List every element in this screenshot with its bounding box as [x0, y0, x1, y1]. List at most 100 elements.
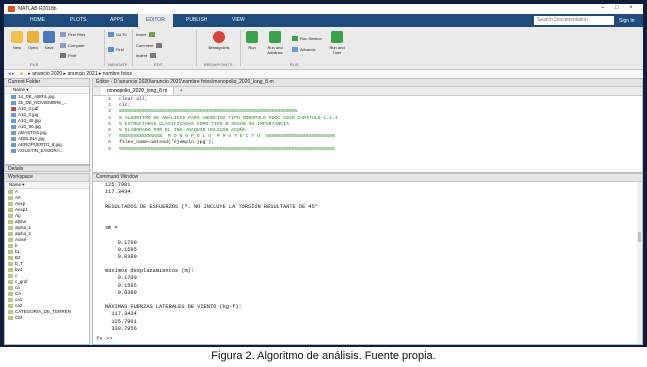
file-icon: [11, 112, 16, 117]
file-icon: [11, 100, 16, 105]
save-icon: [43, 31, 55, 43]
group-label-edit: EDIT: [154, 62, 164, 67]
find-files-button[interactable]: Find Files: [60, 32, 85, 38]
sign-in-link[interactable]: Sign In: [619, 18, 635, 24]
current-folder-title: Current Folder: [5, 79, 89, 87]
variable-name: bv4: [15, 267, 23, 272]
matlab-logo-icon: [8, 6, 15, 12]
code-text: %%%%%%%%%%%%%%%%%%%%%%%%%%%%%%%%%%%%%%%%…: [119, 109, 298, 115]
variable-icon: [8, 303, 13, 308]
new-button[interactable]: New: [10, 31, 24, 50]
maximize-icon[interactable]: □: [615, 5, 619, 11]
variable-icon: [8, 279, 13, 284]
variable-icon: [8, 267, 13, 272]
breakpoints-button[interactable]: Breakpoints: [204, 31, 234, 50]
run-and-advance-button[interactable]: Run and Advance: [262, 31, 288, 55]
scrollbar[interactable]: [637, 182, 642, 344]
variable-name: alpha_2: [15, 231, 32, 236]
compare-icon: [60, 43, 66, 49]
new-icon: [11, 31, 23, 43]
file-icon: [11, 130, 16, 135]
file-name: 14_DE_ABRIL.jpg: [18, 94, 55, 99]
run-button[interactable]: Run: [244, 31, 260, 50]
find-button[interactable]: Find: [108, 47, 124, 53]
variable-name: ca1: [15, 297, 23, 302]
column-header-name[interactable]: Name ▾: [5, 182, 89, 189]
command-prompt[interactable]: fx >>: [96, 335, 113, 342]
editor-file-tab[interactable]: monopolio_2020_long_8.m: [101, 87, 175, 95]
run-section-icon: [292, 36, 298, 42]
go-to-button[interactable]: Go To: [108, 32, 127, 38]
go-to-icon: [108, 32, 114, 38]
output-line: 125.7901: [105, 182, 131, 188]
variable-name: alpha_1: [15, 225, 32, 230]
code-text: % ELABORADO POR EL ING.JOAQUÍN HOLGUÍN A…: [119, 127, 246, 133]
list-item[interactable]: AGUSTIN_ZAMORA...: [5, 148, 89, 154]
back-icon[interactable]: ◂ ▸: [8, 71, 14, 77]
run-section-button[interactable]: Run Section: [292, 36, 322, 42]
tab-view[interactable]: VIEW: [232, 17, 245, 23]
variable-name: Aoisé: [15, 237, 27, 242]
output-line: RESULTADOS DE ESFUERZOS (º. NO INCLUYE L…: [105, 203, 318, 210]
output-line: 0.1595: [105, 246, 137, 253]
file-name: AGUSTIN_ZAMORA...: [18, 148, 64, 153]
tab-plots[interactable]: PLOTS: [70, 17, 86, 23]
ribbon-tabs: HOME PLOTS APPS EDITOR PUBLISH VIEW Sear…: [4, 14, 643, 27]
file-icon: [11, 106, 16, 111]
editor-panel: Editor - D:\anuncio 2020\anuncio 2021\no…: [92, 78, 643, 173]
output-line: 0.1595: [105, 282, 137, 289]
insert-button[interactable]: Insert: [136, 32, 157, 38]
open-button[interactable]: Open: [26, 31, 40, 50]
command-output[interactable]: 125.7901 117.3434 RESULTADOS DE ESFUERZOS …: [93, 182, 642, 333]
editor-toolstrip: New Open Save Find Files Compare Print F…: [4, 27, 643, 70]
list-item[interactable]: CM: [5, 315, 89, 321]
details-header[interactable]: Details: [4, 165, 90, 172]
variable-icon: [8, 285, 13, 290]
code-text: % ESTRUCTURAS CLASIFICADAS COMO TIPO B S…: [119, 121, 289, 127]
code-area[interactable]: 1 clear all; 2 clc; 3%%%%%%%%%%%%%%%%%%%%%%%…: [93, 96, 642, 153]
output-line: 117.3434: [105, 311, 137, 318]
current-path: ▸ anuncio 2020 ▸ anuncio 2021 ▸ nombre f…: [28, 71, 132, 77]
compare-button[interactable]: Compare: [60, 43, 84, 49]
tab-apps[interactable]: APPS: [110, 17, 123, 23]
folder-icon: [27, 31, 39, 43]
close-icon[interactable]: ×: [629, 5, 633, 11]
variable-name: Aexp: [15, 201, 26, 206]
file-name: 25_DE_NOVIEMBRE_...: [18, 100, 68, 105]
advance-button[interactable]: Advance: [292, 47, 316, 53]
code-line[interactable]: 9%%%%%%%%%%%%%%%%%%%%%%%%%%%%%%%%%%%%%%%…: [93, 147, 642, 153]
insert-icon: [149, 32, 156, 38]
tab-home[interactable]: HOME: [30, 17, 45, 23]
comment-button[interactable]: Comment: [136, 43, 164, 49]
search-input[interactable]: Search Documentation: [534, 16, 614, 25]
separator: [196, 30, 197, 66]
run-and-time-button[interactable]: Run and Time: [326, 31, 348, 55]
minimize-icon[interactable]: –: [601, 5, 604, 11]
output-line: 330.7956: [105, 325, 137, 332]
file-icon: [11, 118, 16, 123]
output-line: sm =: [105, 225, 118, 232]
indent-button[interactable]: Indent: [136, 53, 158, 59]
column-header-name[interactable]: Name ▾: [5, 87, 89, 94]
file-name: A10_0.jpg: [18, 112, 39, 117]
command-window-panel: Command Window 125.7901 117.3434 RESULTADO…: [92, 173, 643, 345]
file-list: 14_DE_ABRIL.jpg 25_DE_NOVIEMBRE_... A10_0.…: [5, 94, 89, 154]
variable-name: A0: [15, 195, 21, 200]
matlab-window: MATLAB R2018b – □ × HOME PLOTS APPS EDIT…: [4, 4, 643, 345]
print-button[interactable]: Print: [60, 53, 76, 59]
save-button[interactable]: Save: [42, 31, 56, 50]
address-bar[interactable]: ◂ ▸ ■ ▸ anuncio 2020 ▸ anuncio 2021 ▸ no…: [4, 70, 643, 78]
file-icon: [11, 124, 16, 129]
workspace-title: Workspace: [5, 174, 89, 182]
file-name: AEROPUERTO_8.jpg: [18, 142, 62, 147]
variable-icon: [8, 201, 13, 206]
scrollbar-thumb[interactable]: [638, 232, 641, 242]
indent-icon: [150, 53, 157, 59]
tab-publish[interactable]: PUBLISH: [186, 17, 207, 23]
add-tab-icon[interactable]: +: [180, 88, 183, 94]
variable-name: B2: [15, 255, 21, 260]
tab-editor[interactable]: EDITOR: [138, 14, 173, 27]
folder-icon: ■: [19, 71, 23, 77]
